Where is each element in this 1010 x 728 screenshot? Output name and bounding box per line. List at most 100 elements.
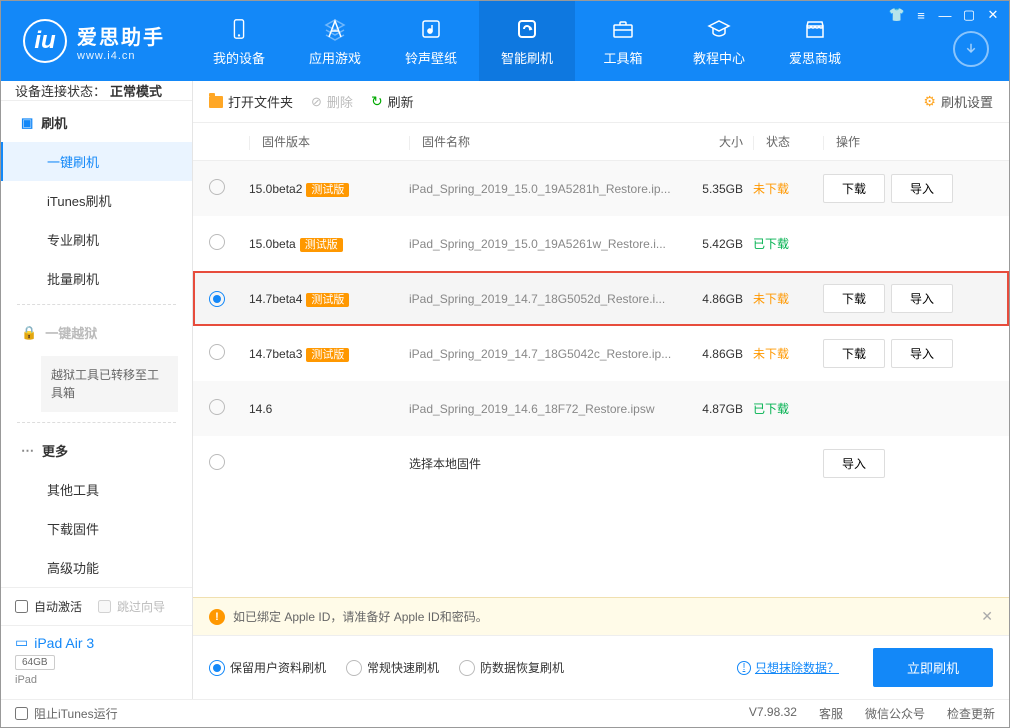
folder-icon	[209, 96, 223, 108]
device-storage: 64GB	[15, 655, 55, 670]
action-下载-button[interactable]: 下载	[823, 284, 885, 313]
opt-normal-flash[interactable]: 常规快速刷机	[346, 659, 439, 676]
sidebar-head-flash: ▣ 刷机	[1, 101, 192, 142]
nav-item-0[interactable]: 我的设备	[191, 1, 287, 81]
firmware-row[interactable]: 14.6iPad_Spring_2019_14.6_18F72_Restore.…	[193, 381, 1009, 436]
beta-badge: 测试版	[306, 183, 349, 197]
logo[interactable]: iu 爱思助手 www.i4.cn	[1, 19, 191, 63]
graduation-icon	[706, 16, 732, 42]
table-header: 固件版本 固件名称 大小 状态 操作	[193, 123, 1009, 161]
check-update-link[interactable]: 检查更新	[947, 705, 995, 722]
main-panel: 打开文件夹 ⊘ 删除 ↻ 刷新 ⚙ 刷机设置 固件版本 固件名称 大小 状态 操…	[193, 81, 1009, 699]
action-下载-button[interactable]: 下载	[823, 339, 885, 368]
phone-icon	[226, 16, 252, 42]
close-icon[interactable]: ✕	[985, 7, 1001, 23]
sidebar-more-2[interactable]: 高级功能	[1, 548, 192, 587]
action-导入-button[interactable]: 导入	[891, 174, 953, 203]
nav-item-4[interactable]: 工具箱	[575, 1, 671, 81]
opt-anti-recovery[interactable]: 防数据恢复刷机	[459, 659, 564, 676]
ipad-icon: ▭	[15, 634, 28, 651]
nav-item-3[interactable]: 智能刷机	[479, 1, 575, 81]
sidebar-more-0[interactable]: 其他工具	[1, 470, 192, 509]
maximize-icon[interactable]: ▢	[961, 7, 977, 23]
firmware-row[interactable]: 14.7beta4测试版iPad_Spring_2019_14.7_18G505…	[193, 271, 1009, 326]
shirt-icon[interactable]: 👕	[889, 7, 905, 23]
row-radio[interactable]	[209, 399, 225, 415]
firmware-row[interactable]: 15.0beta2测试版iPad_Spring_2019_15.0_19A528…	[193, 161, 1009, 216]
minimize-icon[interactable]: —	[937, 7, 953, 23]
nav-item-5[interactable]: 教程中心	[671, 1, 767, 81]
firmware-row[interactable]: 14.7beta3测试版iPad_Spring_2019_14.7_18G504…	[193, 326, 1009, 381]
store-icon	[802, 16, 828, 42]
logo-icon: iu	[23, 19, 67, 63]
header-bar: iu 爱思助手 www.i4.cn 我的设备应用游戏铃声壁纸智能刷机工具箱教程中…	[1, 1, 1009, 81]
flash-options-bar: 保留用户资料刷机 常规快速刷机 防数据恢复刷机 !只想抹除数据？ 立即刷机	[193, 635, 1009, 699]
firmware-row[interactable]: 15.0beta测试版iPad_Spring_2019_15.0_19A5261…	[193, 216, 1009, 271]
sidebar-item-3[interactable]: 批量刷机	[1, 259, 192, 298]
sidebar-head-more: ⋯ 更多	[1, 429, 192, 470]
status-value: 正常模式	[110, 81, 162, 100]
beta-badge: 测试版	[306, 293, 349, 307]
refresh-icon	[514, 16, 540, 42]
row-radio[interactable]	[209, 179, 225, 195]
logo-title: 爱思助手	[77, 21, 165, 50]
warning-icon: !	[209, 609, 225, 625]
flash-now-button[interactable]: 立即刷机	[873, 648, 993, 687]
refresh-button[interactable]: ↻ 刷新	[371, 92, 414, 111]
version-label: V7.98.32	[749, 705, 797, 722]
logo-subtitle: www.i4.cn	[77, 50, 165, 62]
sidebar-head-jailbreak: 🔒 一键越狱	[1, 311, 192, 352]
apple-id-alert: ! 如已绑定 Apple ID，请准备好 Apple ID和密码。 ✕	[193, 597, 1009, 635]
menu-icon[interactable]: ≡	[913, 7, 929, 23]
nav-item-2[interactable]: 铃声壁纸	[383, 1, 479, 81]
nav-item-1[interactable]: 应用游戏	[287, 1, 383, 81]
firmware-table: 15.0beta2测试版iPad_Spring_2019_15.0_19A528…	[193, 161, 1009, 597]
action-导入-button[interactable]: 导入	[891, 284, 953, 313]
action-导入-button[interactable]: 导入	[823, 449, 885, 478]
row-radio[interactable]	[209, 454, 225, 470]
toolbox-icon	[610, 16, 636, 42]
sidebar-item-1[interactable]: iTunes刷机	[1, 181, 192, 220]
beta-badge: 测试版	[300, 238, 343, 252]
refresh-icon: ↻	[371, 93, 383, 110]
row-radio[interactable]	[209, 291, 225, 307]
delete-button: ⊘ 删除	[311, 92, 353, 111]
support-link[interactable]: 客服	[819, 705, 843, 722]
toolbar: 打开文件夹 ⊘ 删除 ↻ 刷新 ⚙ 刷机设置	[193, 81, 1009, 123]
flash-settings-button[interactable]: ⚙ 刷机设置	[923, 92, 993, 111]
row-radio[interactable]	[209, 344, 225, 360]
sidebar-item-0[interactable]: 一键刷机	[1, 142, 192, 181]
flash-icon: ▣	[21, 115, 33, 131]
nav-item-6[interactable]: 爱思商城	[767, 1, 863, 81]
more-icon: ⋯	[21, 443, 34, 459]
lock-icon: 🔒	[21, 325, 37, 341]
music-icon	[418, 16, 444, 42]
device-model: iPad	[15, 674, 178, 686]
firmware-row[interactable]: 选择本地固件导入	[193, 436, 1009, 491]
wechat-link[interactable]: 微信公众号	[865, 705, 925, 722]
jailbreak-note: 越狱工具已转移至工具箱	[41, 356, 178, 412]
info-icon: !	[737, 661, 751, 675]
block-itunes-checkbox[interactable]	[15, 707, 28, 720]
footer-bar: 阻止iTunes运行 V7.98.32 客服 微信公众号 检查更新	[1, 699, 1009, 727]
action-导入-button[interactable]: 导入	[891, 339, 953, 368]
open-folder-button[interactable]: 打开文件夹	[209, 92, 293, 111]
delete-icon: ⊘	[311, 94, 322, 110]
main-nav: 我的设备应用游戏铃声壁纸智能刷机工具箱教程中心爱思商城	[191, 1, 863, 81]
window-controls: 👕 ≡ — ▢ ✕	[889, 7, 1001, 23]
auto-activate-checkbox[interactable]	[15, 600, 28, 613]
row-radio[interactable]	[209, 234, 225, 250]
alert-close-icon[interactable]: ✕	[981, 608, 993, 625]
erase-data-link[interactable]: !只想抹除数据？	[737, 659, 839, 676]
action-下载-button[interactable]: 下载	[823, 174, 885, 203]
connection-status: 设备连接状态： 正常模式	[1, 81, 192, 101]
gear-icon: ⚙	[923, 93, 936, 110]
beta-badge: 测试版	[306, 348, 349, 362]
download-indicator-icon[interactable]	[953, 31, 989, 67]
sidebar-item-2[interactable]: 专业刷机	[1, 220, 192, 259]
device-name[interactable]: ▭ iPad Air 3	[15, 634, 178, 651]
sidebar-more-1[interactable]: 下载固件	[1, 509, 192, 548]
skip-guide-checkbox	[98, 600, 111, 613]
sidebar: 设备连接状态： 正常模式 ▣ 刷机 一键刷机iTunes刷机专业刷机批量刷机 🔒…	[1, 81, 193, 699]
opt-keep-data[interactable]: 保留用户资料刷机	[209, 659, 326, 676]
